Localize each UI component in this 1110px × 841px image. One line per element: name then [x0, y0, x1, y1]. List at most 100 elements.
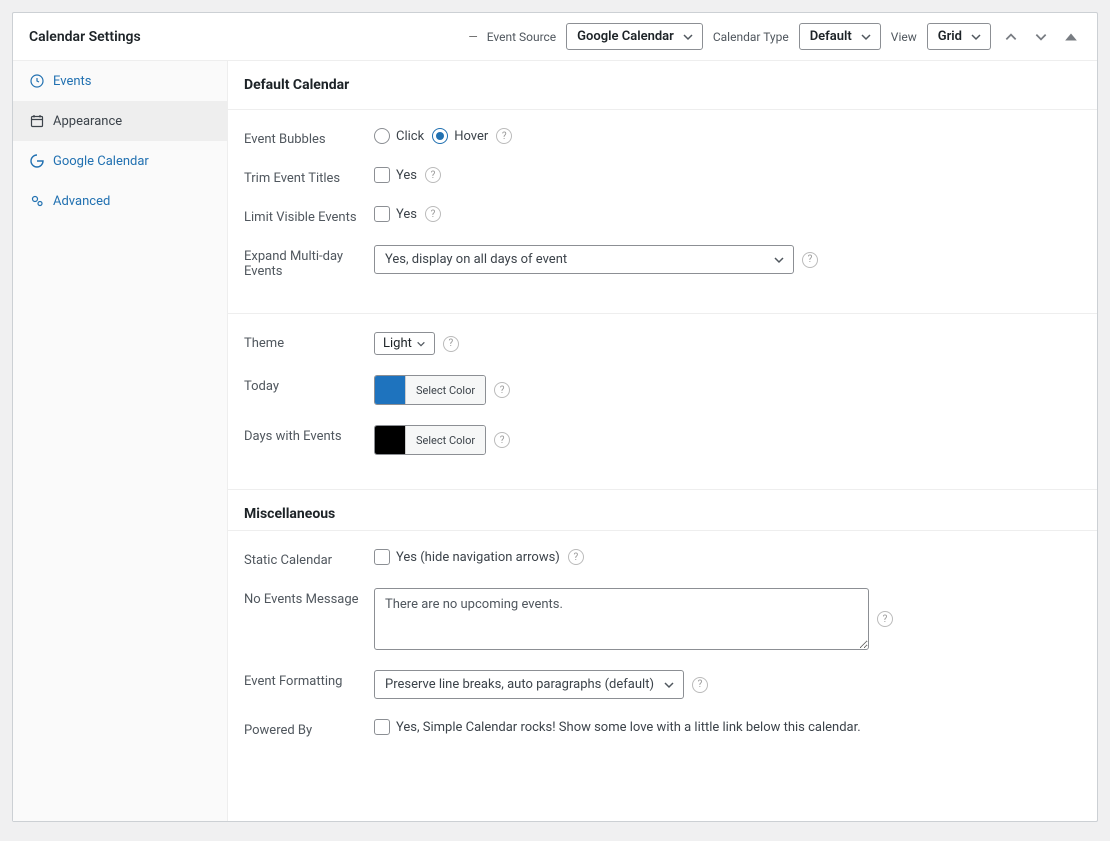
calendar-type-select[interactable]: Default: [799, 23, 881, 50]
sidebar: Events Appearance Google Calendar Advanc…: [13, 61, 228, 821]
colorpicker-days-events[interactable]: Select Color: [374, 425, 486, 455]
color-swatch: [375, 426, 405, 454]
help-icon[interactable]: ?: [425, 167, 441, 183]
checkbox-powered-by[interactable]: Yes, Simple Calendar rocks! Show some lo…: [374, 719, 861, 735]
checkbox-label: Yes, Simple Calendar rocks! Show some lo…: [396, 720, 861, 735]
row-limit-visible: Limit Visible Events Yes ?: [244, 196, 1081, 235]
checkbox-icon: [374, 167, 390, 183]
section-default-calendar: Default Calendar: [228, 61, 1097, 110]
label-formatting: Event Formatting: [244, 670, 374, 689]
label-powered-by: Powered By: [244, 719, 374, 738]
select-value: Yes, display on all days of event: [385, 252, 567, 267]
checkbox-label: Yes: [396, 168, 417, 183]
row-formatting: Event Formatting Preserve line breaks, a…: [244, 660, 1081, 709]
checkbox-limit-visible[interactable]: Yes: [374, 206, 417, 222]
help-icon[interactable]: ?: [443, 336, 459, 352]
page-title: Calendar Settings: [29, 29, 468, 45]
textarea-no-events[interactable]: [374, 588, 869, 650]
settings-panel: Calendar Settings — Event Source Google …: [12, 12, 1098, 822]
row-today: Today Select Color ?: [244, 365, 1081, 415]
radio-label: Click: [396, 129, 424, 144]
checkbox-icon: [374, 549, 390, 565]
help-icon[interactable]: ?: [496, 128, 512, 144]
topbar-controls: — Event Source Google Calendar Calendar …: [468, 23, 1081, 50]
checkbox-label: Yes: [396, 207, 417, 222]
fields-misc: Static Calendar Yes (hide navigation arr…: [228, 530, 1097, 772]
help-icon[interactable]: ?: [877, 611, 893, 627]
label-event-bubbles: Event Bubbles: [244, 128, 374, 147]
row-event-bubbles: Event Bubbles Click Hover ?: [244, 118, 1081, 157]
sidebar-item-appearance[interactable]: Appearance: [13, 101, 227, 141]
label-expand-multi: Expand Multi-day Events: [244, 245, 374, 279]
radio-label: Hover: [454, 129, 488, 144]
chevron-down-icon: [773, 254, 785, 266]
row-theme: Theme Light ?: [244, 322, 1081, 365]
color-button-label: Select Color: [405, 426, 485, 454]
view-select[interactable]: Grid: [927, 23, 991, 50]
checkbox-static-calendar[interactable]: Yes (hide navigation arrows): [374, 549, 560, 565]
sidebar-item-label: Advanced: [53, 194, 110, 209]
sidebar-item-advanced[interactable]: Advanced: [13, 181, 227, 221]
topbar: Calendar Settings — Event Source Google …: [13, 13, 1097, 61]
help-icon[interactable]: ?: [802, 252, 818, 268]
calendar-type-label: Calendar Type: [713, 30, 789, 44]
select-expand-multi[interactable]: Yes, display on all days of event: [374, 245, 794, 274]
fields-appearance: Event Bubbles Click Hover ?: [228, 110, 1097, 314]
event-source-label: Event Source: [487, 30, 556, 44]
chevron-down-icon: [860, 31, 872, 43]
checkbox-icon: [374, 719, 390, 735]
chevron-down-icon: [416, 339, 426, 349]
row-days-events: Days with Events Select Color ?: [244, 415, 1081, 465]
event-source-select[interactable]: Google Calendar: [566, 23, 703, 50]
fields-theme: Theme Light ? Today Select Co: [228, 314, 1097, 490]
google-icon: [29, 153, 45, 169]
view-value: Grid: [938, 29, 962, 44]
radio-click[interactable]: Click: [374, 128, 424, 144]
help-icon[interactable]: ?: [425, 206, 441, 222]
label-trim-titles: Trim Event Titles: [244, 167, 374, 186]
select-theme[interactable]: Light: [374, 332, 435, 355]
select-value: Preserve line breaks, auto paragraphs (d…: [385, 677, 654, 692]
view-label: View: [891, 30, 917, 44]
select-value: Light: [383, 336, 412, 351]
move-down-button[interactable]: [1031, 27, 1051, 47]
sidebar-item-label: Appearance: [53, 114, 122, 129]
checkbox-label: Yes (hide navigation arrows): [396, 550, 560, 565]
sidebar-item-google-calendar[interactable]: Google Calendar: [13, 141, 227, 181]
help-icon[interactable]: ?: [494, 432, 510, 448]
row-expand-multi: Expand Multi-day Events Yes, display on …: [244, 235, 1081, 289]
label-static-calendar: Static Calendar: [244, 549, 374, 568]
event-source-value: Google Calendar: [577, 29, 674, 44]
label-no-events: No Events Message: [244, 588, 374, 607]
label-days-events: Days with Events: [244, 425, 374, 444]
help-icon[interactable]: ?: [568, 549, 584, 565]
label-today: Today: [244, 375, 374, 394]
checkbox-trim-titles[interactable]: Yes: [374, 167, 417, 183]
collapse-button[interactable]: [1061, 27, 1081, 47]
chevron-down-icon: [663, 679, 675, 691]
section-miscellaneous: Miscellaneous: [228, 490, 1097, 530]
label-limit-visible: Limit Visible Events: [244, 206, 374, 225]
help-icon[interactable]: ?: [494, 382, 510, 398]
calendar-type-value: Default: [810, 29, 852, 44]
label-theme: Theme: [244, 332, 374, 351]
row-static-calendar: Static Calendar Yes (hide navigation arr…: [244, 539, 1081, 578]
help-icon[interactable]: ?: [692, 677, 708, 693]
color-button-label: Select Color: [405, 376, 485, 404]
row-trim-titles: Trim Event Titles Yes ?: [244, 157, 1081, 196]
select-formatting[interactable]: Preserve line breaks, auto paragraphs (d…: [374, 670, 684, 699]
radio-hover[interactable]: Hover: [432, 128, 488, 144]
calendar-icon: [29, 113, 45, 129]
move-up-button[interactable]: [1001, 27, 1021, 47]
cogs-icon: [29, 193, 45, 209]
sidebar-item-events[interactable]: Events: [13, 61, 227, 101]
color-swatch: [375, 376, 405, 404]
radio-icon: [432, 128, 448, 144]
row-no-events: No Events Message ?: [244, 578, 1081, 660]
content: Default Calendar Event Bubbles Click Hov…: [228, 61, 1097, 821]
sidebar-item-label: Google Calendar: [53, 154, 149, 169]
sidebar-item-label: Events: [53, 74, 91, 89]
chevron-down-icon: [970, 31, 982, 43]
radio-icon: [374, 128, 390, 144]
colorpicker-today[interactable]: Select Color: [374, 375, 486, 405]
